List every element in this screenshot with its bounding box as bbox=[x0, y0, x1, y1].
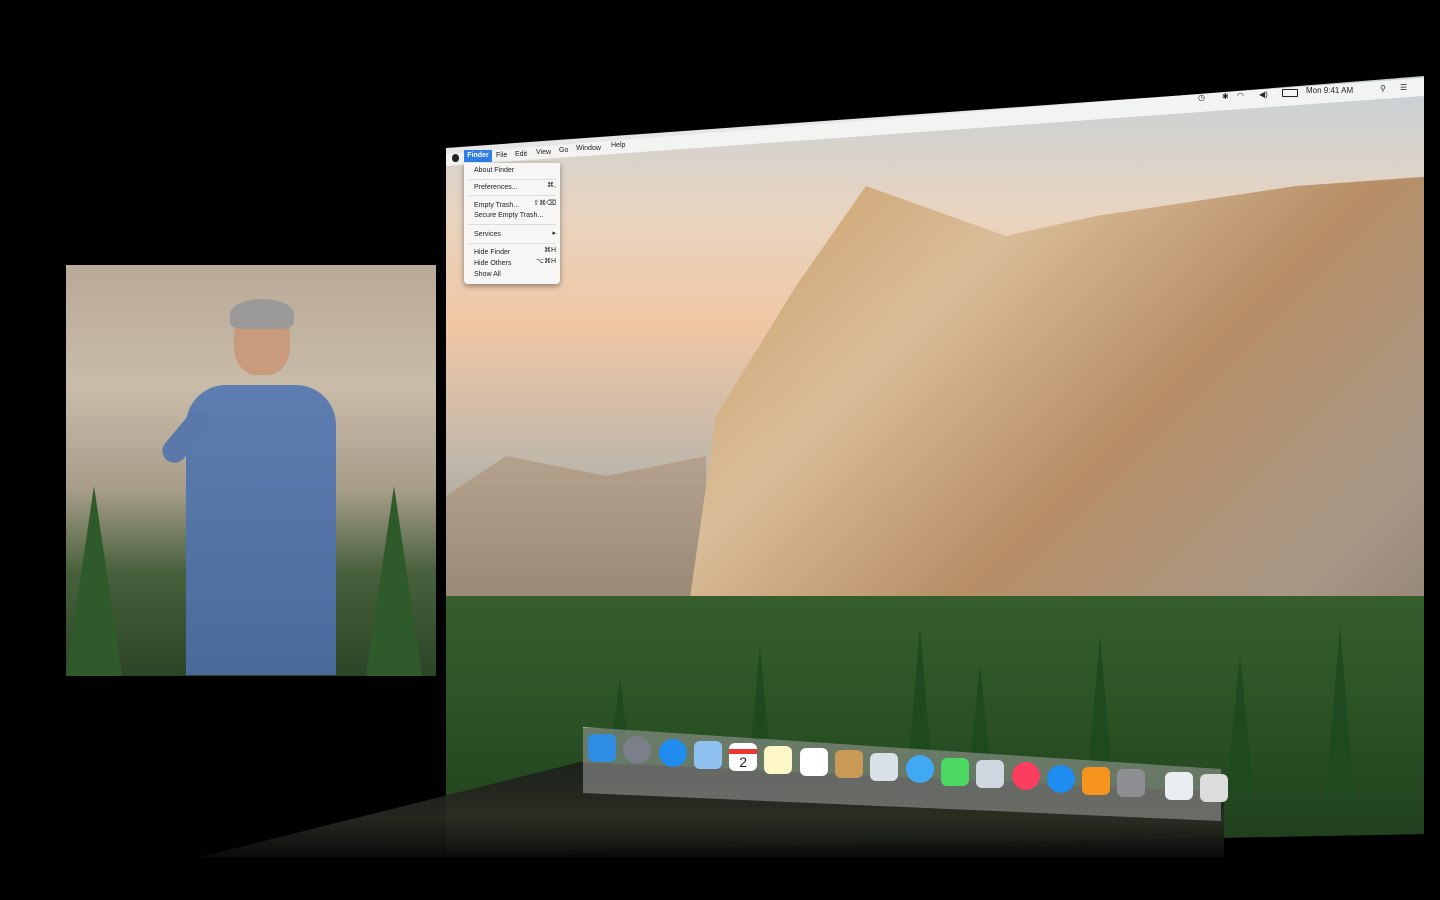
presenter-video-inset bbox=[66, 265, 436, 676]
ibooks-icon[interactable] bbox=[1082, 766, 1111, 795]
shortcut-hide-others: ⌥⌘H bbox=[535, 258, 556, 265]
menu-window[interactable]: Window bbox=[576, 145, 601, 152]
menu-item-empty-trash[interactable]: Empty Trash... bbox=[474, 202, 519, 209]
documents-folder-icon[interactable] bbox=[1164, 771, 1193, 800]
mail-icon[interactable] bbox=[693, 741, 722, 770]
menu-view[interactable]: View bbox=[536, 149, 551, 156]
menu-separator bbox=[468, 243, 556, 244]
menu-finder[interactable]: Finder bbox=[464, 150, 492, 162]
shortcut-preferences: ⌘, bbox=[547, 182, 556, 189]
presenter-figure bbox=[157, 299, 336, 676]
menu-help[interactable]: Help bbox=[611, 142, 625, 149]
itunes-icon[interactable] bbox=[1011, 762, 1040, 791]
menu-item-services[interactable]: Services bbox=[474, 231, 501, 238]
menu-item-hide-finder[interactable]: Hide Finder bbox=[474, 249, 510, 256]
time-machine-icon[interactable]: ◷ bbox=[1198, 93, 1205, 102]
menu-clock[interactable]: Mon 9:41 AM bbox=[1306, 86, 1353, 95]
chevron-right-icon: ▸ bbox=[552, 230, 556, 237]
notes-icon[interactable] bbox=[764, 745, 793, 774]
tree-graphic bbox=[366, 486, 422, 676]
menu-file[interactable]: File bbox=[496, 152, 507, 159]
app-store-icon[interactable] bbox=[1046, 764, 1075, 793]
facetime-icon[interactable] bbox=[940, 757, 969, 786]
menu-go[interactable]: Go bbox=[559, 147, 568, 154]
shortcut-hide-finder: ⌘H bbox=[543, 247, 556, 254]
apple-icon[interactable] bbox=[452, 154, 459, 162]
menu-item-preferences[interactable]: Preferences... bbox=[474, 184, 518, 191]
safari-icon[interactable] bbox=[658, 738, 687, 767]
tree-graphic bbox=[66, 486, 122, 676]
keynote-stage: Finder File Edit View Go Window Help ◷ ✱… bbox=[0, 0, 1440, 900]
finder-dropdown-menu: About Finder Preferences... ⌘, Empty Tra… bbox=[464, 163, 560, 284]
messages-icon[interactable] bbox=[905, 755, 934, 784]
shortcut-empty-trash: ⇧⌘⌫ bbox=[533, 200, 556, 207]
preview-icon[interactable] bbox=[870, 752, 899, 781]
menu-separator bbox=[468, 179, 556, 180]
system-preferences-icon[interactable] bbox=[1117, 769, 1146, 798]
menu-item-about-finder[interactable]: About Finder bbox=[474, 167, 514, 174]
menu-edit[interactable]: Edit bbox=[515, 151, 527, 158]
iphoto-icon[interactable] bbox=[976, 759, 1005, 788]
reminders-icon[interactable] bbox=[799, 748, 828, 777]
notification-center-icon[interactable]: ☰ bbox=[1400, 83, 1407, 92]
calendar-icon[interactable]: 2 bbox=[729, 743, 758, 772]
calendar-day-label: 2 bbox=[729, 749, 758, 770]
volume-icon[interactable]: ◀) bbox=[1259, 90, 1268, 99]
menu-item-secure-empty-trash[interactable]: Secure Empty Trash... bbox=[474, 212, 543, 219]
menu-separator bbox=[468, 224, 556, 225]
menu-separator bbox=[468, 195, 556, 196]
contacts-icon[interactable] bbox=[835, 750, 864, 779]
trash-icon[interactable] bbox=[1200, 774, 1228, 802]
finder-icon[interactable] bbox=[588, 734, 616, 762]
wifi-icon[interactable]: ◠ bbox=[1237, 91, 1244, 100]
spotlight-icon[interactable]: ⚲ bbox=[1380, 84, 1386, 93]
battery-icon[interactable] bbox=[1282, 89, 1298, 97]
menu-item-show-all[interactable]: Show All bbox=[474, 271, 501, 278]
bluetooth-icon[interactable]: ✱ bbox=[1222, 92, 1229, 101]
menu-item-hide-others[interactable]: Hide Others bbox=[474, 260, 511, 267]
